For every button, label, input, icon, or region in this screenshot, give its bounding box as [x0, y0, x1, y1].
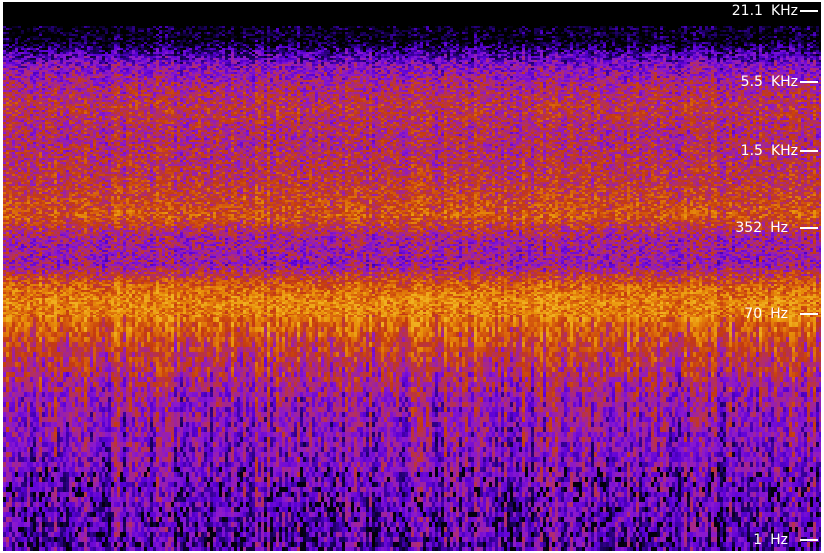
spectrogram-frame: 21.1 KHz 5.5 KHz 1.5 KHz 352 Hz 70 Hz 1 Hz [0, 0, 824, 553]
y-tick-0: 21.1 KHz [732, 2, 818, 20]
y-tick-mark [800, 150, 818, 153]
y-tick-value: 5.5 [740, 74, 763, 91]
y-tick-mark [800, 81, 818, 84]
spectrogram-image [3, 2, 821, 551]
y-tick-mark [800, 10, 818, 12]
y-tick-mark [800, 313, 818, 316]
y-tick-4: 70 Hz [744, 305, 818, 323]
y-tick-1: 5.5 KHz [741, 73, 818, 91]
y-tick-value: 352 [735, 220, 763, 237]
y-tick-unit: Hz [770, 532, 788, 548]
y-tick-5: 1 Hz [753, 531, 818, 549]
y-tick-unit: KHz [770, 143, 798, 160]
y-tick-value: 21.1 [731, 3, 763, 19]
y-tick-value: 1.5 [740, 143, 763, 160]
y-tick-unit: Hz [770, 220, 788, 237]
y-tick-mark [800, 539, 818, 541]
spectrogram-plot: 21.1 KHz 5.5 KHz 1.5 KHz 352 Hz 70 Hz 1 Hz [3, 2, 821, 551]
y-tick-unit: Hz [770, 306, 788, 323]
y-tick-unit: KHz [770, 3, 798, 19]
y-tick-2: 1.5 KHz [741, 142, 818, 160]
y-tick-mark [800, 227, 818, 230]
y-tick-value: 1 [753, 532, 763, 548]
y-tick-3: 352 Hz [735, 219, 818, 237]
y-tick-value: 70 [744, 306, 763, 323]
y-tick-unit: KHz [770, 74, 798, 91]
